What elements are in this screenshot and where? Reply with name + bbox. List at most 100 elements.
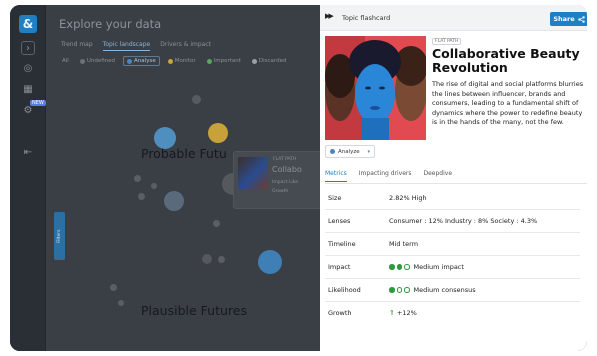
share-button[interactable]: Share bbox=[550, 12, 587, 26]
topic-bubble[interactable] bbox=[164, 191, 184, 211]
topic-bubble[interactable] bbox=[118, 300, 124, 306]
rating-filled-icon bbox=[396, 264, 402, 270]
status-dot-icon bbox=[79, 58, 85, 64]
status-filters: All Undefined Analyse Monitor Important … bbox=[59, 56, 289, 66]
tab-deepdive[interactable]: Deepdive bbox=[424, 170, 453, 182]
impact-text: Medium impact bbox=[413, 263, 464, 271]
preview-row: Growth bbox=[272, 189, 289, 194]
metric-label: Growth bbox=[328, 309, 352, 317]
page-title: Explore your data bbox=[59, 17, 162, 31]
logout-icon[interactable]: ⇤ bbox=[21, 146, 35, 160]
tab-metrics[interactable]: Metrics bbox=[325, 170, 347, 182]
sidebar-rail: & › ◎ ▦ ⚙ NEW ⇤ bbox=[10, 5, 46, 351]
topic-bubble[interactable] bbox=[134, 175, 141, 182]
compass-icon[interactable]: ◎ bbox=[21, 62, 35, 76]
metric-value: Medium impact bbox=[389, 263, 464, 271]
metric-label: Likelihood bbox=[328, 286, 361, 294]
metric-value: 2.82% High bbox=[389, 194, 427, 202]
rating-empty-icon bbox=[404, 287, 410, 293]
filter-label: All bbox=[62, 58, 69, 64]
topic-thumbnail bbox=[238, 157, 268, 189]
filter-label: Important bbox=[213, 58, 241, 64]
metric-row-growth: Growth ⇑ +12% bbox=[325, 302, 580, 325]
filter-important[interactable]: Important bbox=[204, 57, 244, 65]
metric-row-impact: Impact Medium impact bbox=[325, 256, 580, 279]
growth-text: +12% bbox=[396, 309, 417, 317]
status-dot-icon bbox=[251, 58, 257, 64]
tab-topic-landscape[interactable]: Topic landscape bbox=[102, 41, 151, 51]
status-dot-icon bbox=[167, 58, 173, 64]
panel-tabs: Metrics Impacting drivers Deepdive bbox=[325, 170, 452, 182]
topic-bubble[interactable] bbox=[110, 284, 117, 291]
rating-empty-icon bbox=[404, 264, 410, 270]
panel-header: ▶▶ Topic flashcard bbox=[320, 5, 587, 31]
topic-bubble[interactable] bbox=[213, 220, 220, 227]
metric-label: Size bbox=[328, 194, 342, 202]
filter-label: Undefined bbox=[86, 58, 116, 64]
topic-bubble[interactable] bbox=[138, 193, 145, 200]
zone-label-probable: Probable Futu bbox=[141, 146, 227, 161]
share-icon bbox=[577, 15, 585, 23]
metric-label: Lenses bbox=[328, 217, 351, 225]
status-dot-icon bbox=[206, 58, 212, 64]
topic-bubble[interactable] bbox=[258, 250, 282, 274]
tab-drivers-impact[interactable]: Drivers & impact bbox=[160, 41, 211, 51]
status-dot-icon bbox=[127, 58, 133, 64]
topic-preview-card[interactable]: FLAT PATH Collabo Impact Like Growth bbox=[233, 151, 323, 209]
filter-discarded[interactable]: Discarded bbox=[249, 57, 290, 65]
view-tabs: Trend map Topic landscape Drivers & impa… bbox=[61, 41, 211, 51]
tabs-divider bbox=[325, 183, 587, 184]
explore-area: & › ◎ ▦ ⚙ NEW ⇤ Explore your data Trend … bbox=[10, 5, 323, 351]
rating-empty-icon bbox=[396, 287, 402, 293]
topic-bubble[interactable] bbox=[202, 254, 212, 264]
filter-monitor[interactable]: Monitor bbox=[165, 57, 199, 65]
metric-label: Impact bbox=[328, 263, 351, 271]
collapse-icon[interactable]: › bbox=[21, 41, 35, 55]
topic-bubble[interactable] bbox=[192, 95, 201, 104]
metric-row-lenses: Lenses Consumer : 12% Industry : 8% Soci… bbox=[325, 210, 580, 233]
topic-bubble[interactable] bbox=[151, 183, 157, 189]
chevron-down-icon: ▾ bbox=[367, 148, 370, 155]
filter-label: Monitor bbox=[174, 58, 196, 64]
tab-impacting-drivers[interactable]: Impacting drivers bbox=[359, 170, 412, 182]
share-label: Share bbox=[553, 15, 575, 23]
gear-icon[interactable]: ⚙ bbox=[21, 104, 35, 118]
metric-value: Medium consensus bbox=[389, 286, 476, 294]
panel-title: Topic flashcard bbox=[342, 14, 391, 22]
app-window: & › ◎ ▦ ⚙ NEW ⇤ Explore your data Trend … bbox=[10, 5, 587, 351]
filters-side-tab[interactable]: Filters bbox=[54, 212, 65, 260]
filter-analyse[interactable]: Analyse bbox=[123, 56, 160, 66]
topic-flashcard-panel: ▶▶ Topic flashcard Share FLAT PATH Colla… bbox=[320, 5, 587, 351]
preview-tag: FLAT PATH bbox=[273, 157, 297, 162]
metric-value: Mid term bbox=[389, 240, 419, 248]
zone-label-plausible: Plausible Futures bbox=[141, 303, 247, 318]
metric-row-size: Size 2.82% High bbox=[325, 187, 580, 210]
topic-tag: FLAT PATH bbox=[432, 38, 462, 45]
likelihood-text: Medium consensus bbox=[413, 286, 476, 294]
grid-icon[interactable]: ▦ bbox=[21, 83, 35, 97]
metric-row-timeline: Timeline Mid term bbox=[325, 233, 580, 256]
metric-label: Timeline bbox=[328, 240, 356, 248]
metric-value: Consumer : 12% Industry : 8% Society : 4… bbox=[389, 217, 538, 225]
topic-bubble[interactable] bbox=[218, 256, 225, 263]
metric-row-likelihood: Likelihood Medium consensus bbox=[325, 279, 580, 302]
collapse-panel-icon[interactable]: ▶▶ bbox=[325, 12, 334, 20]
status-dot-icon bbox=[330, 149, 335, 154]
tab-trend-map[interactable]: Trend map bbox=[61, 41, 93, 51]
topic-hero-image bbox=[325, 36, 426, 140]
preview-title: Collabo bbox=[272, 165, 302, 174]
filter-undefined[interactable]: Undefined bbox=[77, 57, 118, 65]
app-logo[interactable]: & bbox=[19, 15, 37, 33]
filter-label: Discarded bbox=[258, 58, 287, 64]
status-value: Analyze bbox=[338, 148, 360, 155]
filter-all[interactable]: All bbox=[59, 57, 72, 65]
status-select[interactable]: Analyze ▾ bbox=[325, 145, 375, 158]
rating-filled-icon bbox=[389, 264, 395, 270]
preview-row: Impact Like bbox=[272, 180, 298, 185]
topic-bubble[interactable] bbox=[208, 123, 228, 143]
growth-up-icon: ⇑ bbox=[389, 309, 395, 317]
metric-value: ⇑ +12% bbox=[389, 309, 417, 317]
new-badge: NEW bbox=[30, 100, 46, 106]
filter-label: Analyse bbox=[134, 58, 156, 64]
topic-title: Collaborative Beauty Revolution bbox=[432, 46, 580, 75]
